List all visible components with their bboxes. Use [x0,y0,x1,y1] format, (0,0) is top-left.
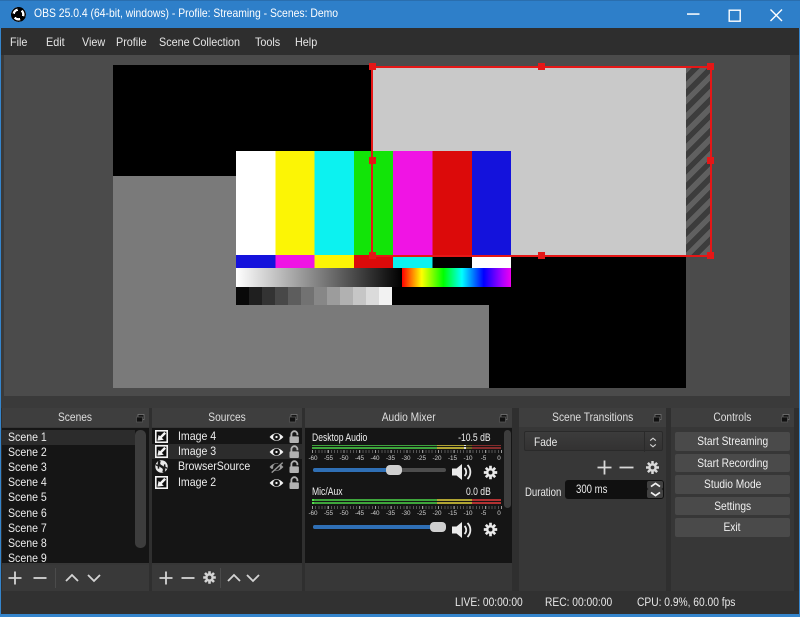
svg-text:0: 0 [497,510,501,517]
svg-text:-50: -50 [339,455,349,462]
svg-text:-15: -15 [448,455,458,462]
svg-text:-50: -50 [339,510,349,517]
svg-text:-60: -60 [308,510,318,517]
svg-text:-45: -45 [355,455,365,462]
svg-text:-35: -35 [386,455,396,462]
svg-text:-40: -40 [370,455,380,462]
svg-text:0: 0 [497,455,501,462]
svg-text:-20: -20 [432,510,442,517]
svg-text:-55: -55 [324,510,334,517]
svg-text:-25: -25 [417,510,427,517]
svg-text:-60: -60 [308,455,318,462]
svg-text:-10: -10 [463,455,473,462]
svg-text:-40: -40 [370,510,380,517]
svg-text:-25: -25 [417,455,427,462]
svg-text:-10: -10 [463,510,473,517]
svg-text:-30: -30 [401,510,411,517]
svg-text:-35: -35 [386,510,396,517]
svg-text:-5: -5 [481,455,487,462]
svg-text:-30: -30 [401,455,411,462]
svg-text:-5: -5 [481,510,487,517]
svg-text:-55: -55 [324,455,334,462]
svg-text:-15: -15 [448,510,458,517]
svg-text:-45: -45 [355,510,365,517]
svg-text:-20: -20 [432,455,442,462]
